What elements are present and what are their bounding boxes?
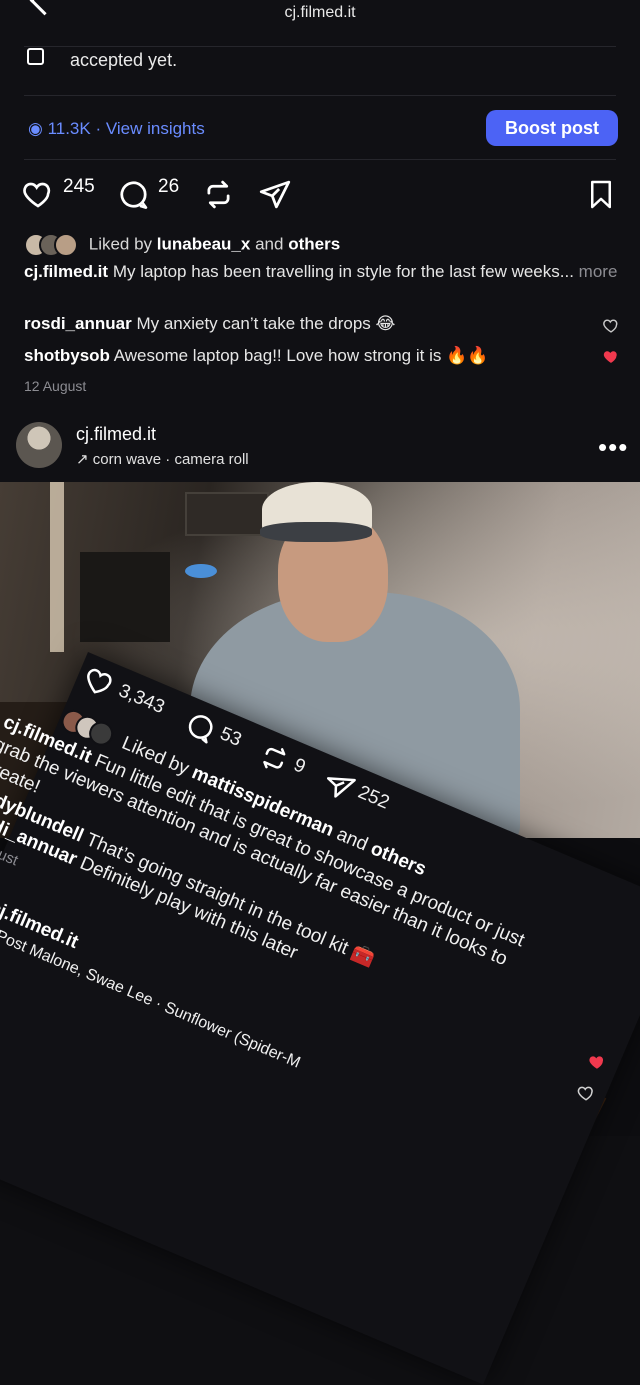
comment-liked-heart-icon[interactable] <box>588 1053 606 1071</box>
eye-icon: ◉ <box>28 119 48 138</box>
divider <box>24 159 616 160</box>
audio-label[interactable]: ↗ corn wave · camera roll <box>76 450 249 468</box>
repost-icon[interactable] <box>255 739 294 778</box>
like-count: 245 <box>63 176 95 197</box>
heart-icon[interactable] <box>79 662 120 702</box>
comment-like-heart-icon[interactable] <box>602 317 620 334</box>
view-insights-link[interactable]: ◉ 11.3K · View insights <box>28 119 205 139</box>
caption-author[interactable]: cj.filmed.it <box>24 262 108 281</box>
image-monitor <box>80 552 170 642</box>
post-header <box>0 410 640 482</box>
comment-icon[interactable] <box>117 178 150 211</box>
post-caption: cj.filmed.it My laptop has been travelli… <box>24 261 624 283</box>
post-author[interactable]: cj.filmed.it <box>76 424 156 445</box>
page-title: cj.filmed.it <box>284 4 356 21</box>
comment-count: 26 <box>158 176 180 197</box>
more-link[interactable]: more <box>579 262 618 281</box>
heart-icon[interactable] <box>21 178 55 210</box>
image-shelf <box>185 492 269 536</box>
divider <box>24 46 616 47</box>
repost-count: 9 <box>290 754 309 778</box>
share-icon[interactable] <box>258 178 292 211</box>
comment-icon[interactable] <box>181 707 220 746</box>
image-cap-visor <box>260 522 372 542</box>
divider <box>24 95 616 96</box>
share-count: 252 <box>354 781 393 814</box>
liked-by-row[interactable]: Liked by lunabeau_x and others <box>24 233 340 257</box>
bookmark-icon[interactable] <box>586 178 616 211</box>
comment-item: shotbysob Awesome laptop bag!! Love how … <box>24 346 489 365</box>
note-text: accepted yet. <box>70 50 178 70</box>
avatar[interactable] <box>16 422 62 468</box>
comment-item: rosdi_annuar My anxiety can’t take the d… <box>24 314 396 333</box>
caption-text: My laptop has been travelling in style f… <box>112 262 574 281</box>
share-icon[interactable] <box>319 766 358 805</box>
comment-liked-heart-icon[interactable] <box>602 348 620 365</box>
image-lamp <box>50 482 64 652</box>
like-count: 3,343 <box>115 680 168 719</box>
repost-icon[interactable] <box>202 178 235 211</box>
arrow-up-right-icon: ↗ <box>76 451 93 468</box>
boost-post-button[interactable]: Boost post <box>486 110 618 146</box>
post-date: 12 August <box>24 378 87 394</box>
comment-count: 53 <box>216 723 245 751</box>
image-light <box>185 564 217 578</box>
checkbox[interactable] <box>27 48 44 65</box>
comment-like-heart-icon[interactable] <box>577 1084 595 1102</box>
avatar <box>54 233 78 257</box>
more-options-icon[interactable]: ••• <box>598 432 628 463</box>
